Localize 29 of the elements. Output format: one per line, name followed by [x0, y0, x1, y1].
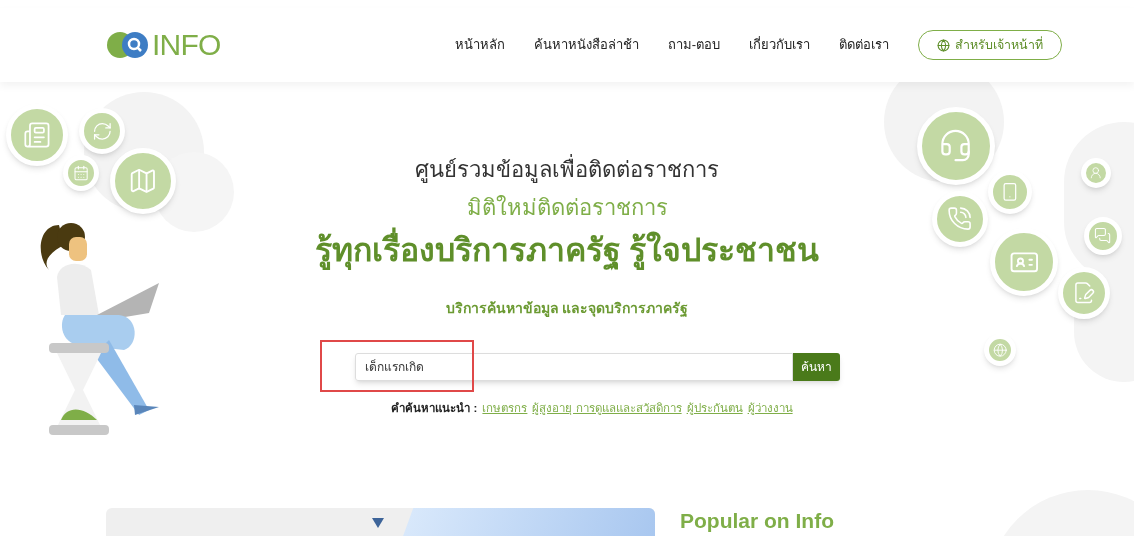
phone-call-icon — [947, 206, 973, 232]
triangle-marker-icon — [372, 518, 384, 528]
search-field[interactable]: เด็กแรกเกิด — [354, 353, 793, 381]
service-subtitle: บริการค้นหาข้อมูล และจุดบริการภาครัฐ — [445, 299, 689, 319]
popular-heading: Popular on Info — [680, 508, 834, 534]
nav-link[interactable]: หน้าหลัก — [454, 35, 505, 55]
suggestion-link[interactable]: ผู้ประกันตน — [686, 400, 743, 418]
hero-subheading: มิติใหม่ติดต่อราชการ — [466, 194, 668, 222]
suggestion-link[interactable]: ผู้ว่างงาน — [747, 400, 793, 418]
hero-tagline: ศูนย์รวมข้อมูลเพื่อติดต่อราชการ — [415, 154, 719, 186]
hero-headline: รู้ทุกเรื่องบริการภาครัฐ รู้ใจประชาชน — [314, 228, 820, 272]
document-pen-icon — [1072, 281, 1096, 305]
logo-magnifier-icon — [106, 30, 150, 60]
globe-icon — [992, 342, 1008, 358]
nav-link[interactable]: ถาม-ตอบ — [667, 35, 720, 55]
nav-link[interactable]: เกี่ยวกับเรา — [749, 35, 810, 55]
calendar-icon — [72, 164, 90, 182]
suggestion-label: คำค้นหาแนะนำ : — [391, 401, 478, 416]
documents-icon — [23, 121, 51, 149]
person-icon — [1089, 166, 1103, 180]
logo-text[interactable]: INFO — [152, 30, 221, 60]
map-icon — [128, 166, 158, 196]
globe-icon — [937, 38, 950, 52]
nav-link[interactable]: ค้นหาหนังสือล่าช้า — [533, 35, 639, 55]
search-button[interactable]: ค้นหา — [792, 353, 840, 381]
chat-bubbles-icon — [1094, 227, 1112, 245]
suggestion-link[interactable]: เกษตรกร — [482, 400, 528, 418]
suggestion-link[interactable]: ผู้สูงอายุ การดูแลและสวัสดิการ — [532, 400, 682, 418]
nav-link[interactable]: ติดต่อเรา — [839, 35, 889, 55]
